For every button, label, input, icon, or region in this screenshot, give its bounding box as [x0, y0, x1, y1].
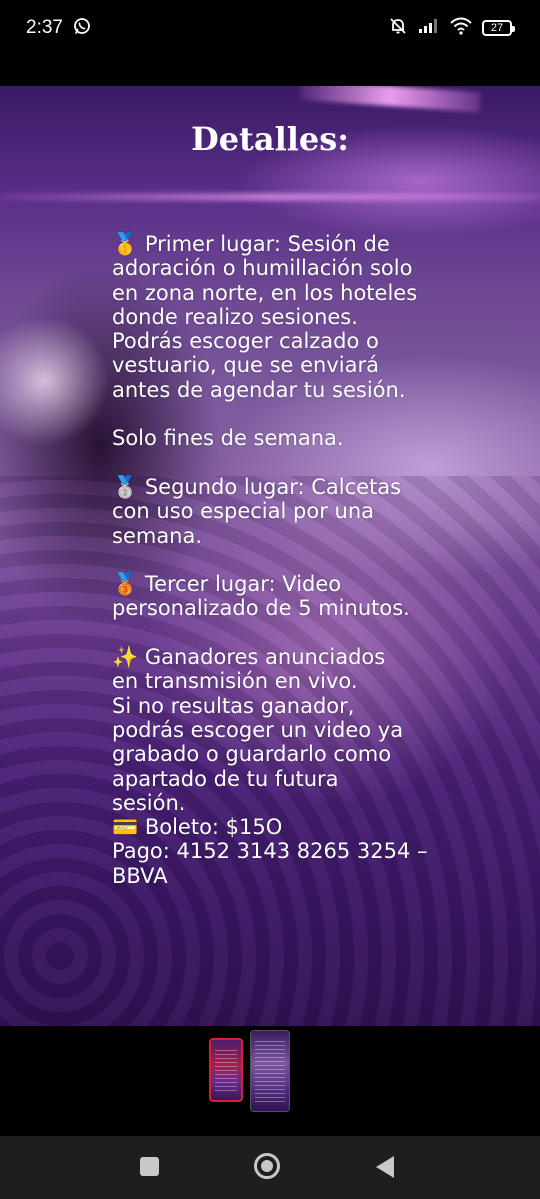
thumbnail-1[interactable]: [209, 1038, 243, 1102]
home-icon[interactable]: [254, 1153, 280, 1179]
wifi-icon: [450, 17, 472, 39]
thumbnail-text-lines: [255, 1041, 285, 1103]
recents-icon[interactable]: [140, 1157, 159, 1176]
back-icon[interactable]: [376, 1156, 394, 1178]
whatsapp-icon: [73, 17, 91, 39]
status-right: 27: [388, 16, 515, 40]
signal-icon: [418, 18, 440, 38]
battery-icon: 27: [482, 20, 515, 36]
thumbnail-strip: [0, 1026, 540, 1136]
thumbnail-2-selected[interactable]: [250, 1030, 290, 1112]
navigation-bar: [0, 1136, 540, 1199]
story-body-text: 🥇 Primer lugar: Sesión de adoración o hu…: [112, 232, 428, 888]
neon-light-strip: [299, 86, 481, 113]
headboard-light: [0, 194, 540, 200]
thumbnail-text-lines: [215, 1050, 237, 1092]
story-title: Detalles:: [190, 120, 350, 158]
pillow-highlight: [0, 316, 110, 446]
bell-muted-icon: [388, 16, 408, 40]
status-time: 2:37: [26, 17, 63, 38]
story-image[interactable]: Detalles: 🥇 Primer lugar: Sesión de ador…: [0, 86, 540, 1026]
status-left: 2:37: [26, 17, 91, 39]
status-bar: 2:37 27: [0, 0, 540, 56]
